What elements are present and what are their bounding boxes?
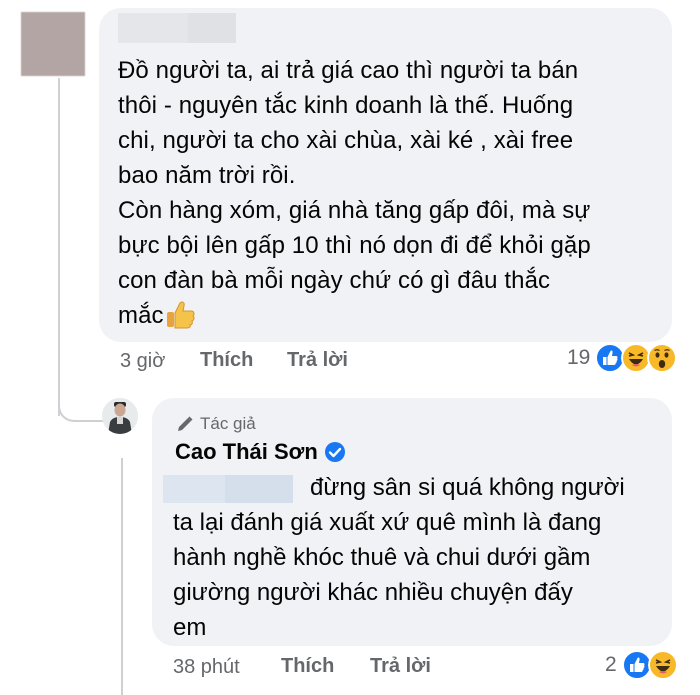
- verified-badge-icon: [324, 442, 345, 462]
- reply-line: ta lại đánh giá xuất xứ quê mình là đang: [173, 509, 602, 536]
- avatar[interactable]: [21, 12, 85, 76]
- wow-reaction-icon: [647, 343, 678, 373]
- thread-line: [121, 458, 123, 695]
- comment-line: Đồ người ta, ai trả giá cao thì người ta…: [118, 57, 579, 84]
- comment-line-last: mắc: [118, 298, 663, 333]
- comment-line: bực bội lên gấp 10 thì nó dọn đi để khỏi…: [118, 232, 591, 259]
- avatar[interactable]: [102, 398, 138, 434]
- reply-line: đừng sân si quá không người: [310, 474, 625, 501]
- like-button[interactable]: Thích: [281, 655, 334, 678]
- reply-line: em: [173, 614, 207, 641]
- thread-line: [58, 78, 60, 416]
- redacted-author-name: [118, 13, 236, 43]
- author-badge: Tác giả: [176, 414, 256, 434]
- haha-reaction-icon: [647, 650, 678, 680]
- reaction-summary[interactable]: 2: [605, 650, 678, 680]
- reaction-count: 2: [605, 653, 617, 676]
- comment-line: chi, người ta cho xài chùa, xài ké , xài…: [118, 127, 574, 154]
- comment-timestamp[interactable]: 3 giờ: [120, 350, 165, 373]
- reply-timestamp[interactable]: 38 phút: [173, 656, 240, 679]
- author-avatar-image: [102, 398, 138, 434]
- author-name[interactable]: Cao Thái Sơn: [175, 439, 318, 465]
- reaction-summary[interactable]: 19: [567, 343, 678, 373]
- pencil-icon: [178, 416, 193, 431]
- reply-button[interactable]: Trả lời: [287, 349, 348, 372]
- reply-line: hành nghề khóc thuê và chui dưới gầm: [173, 544, 591, 571]
- thumbs-up-icon: [166, 301, 195, 329]
- comment-line: bao năm trời rồi.: [118, 162, 296, 189]
- reply-text: đừng sân si quá không người ta lại đánh …: [173, 470, 663, 645]
- reaction-count: 19: [567, 346, 591, 369]
- like-button[interactable]: Thích: [200, 349, 253, 372]
- reply-line: giường người khác nhiều chuyện đấy: [173, 579, 573, 606]
- author-name-row: Cao Thái Sơn: [175, 439, 346, 465]
- reply-button[interactable]: Trả lời: [370, 655, 431, 678]
- comment-line: thôi - nguyên tắc kinh doanh là thế. Huố…: [118, 92, 574, 119]
- comment-line: con đàn bà mỗi ngày chứ có gì đâu thắc: [118, 267, 551, 294]
- author-badge-label: Tác giả: [200, 414, 256, 433]
- comment-line: Còn hàng xóm, giá nhà tăng gấp đôi, mà s…: [118, 197, 591, 224]
- comment-text: Đồ người ta, ai trả giá cao thì người ta…: [118, 53, 663, 333]
